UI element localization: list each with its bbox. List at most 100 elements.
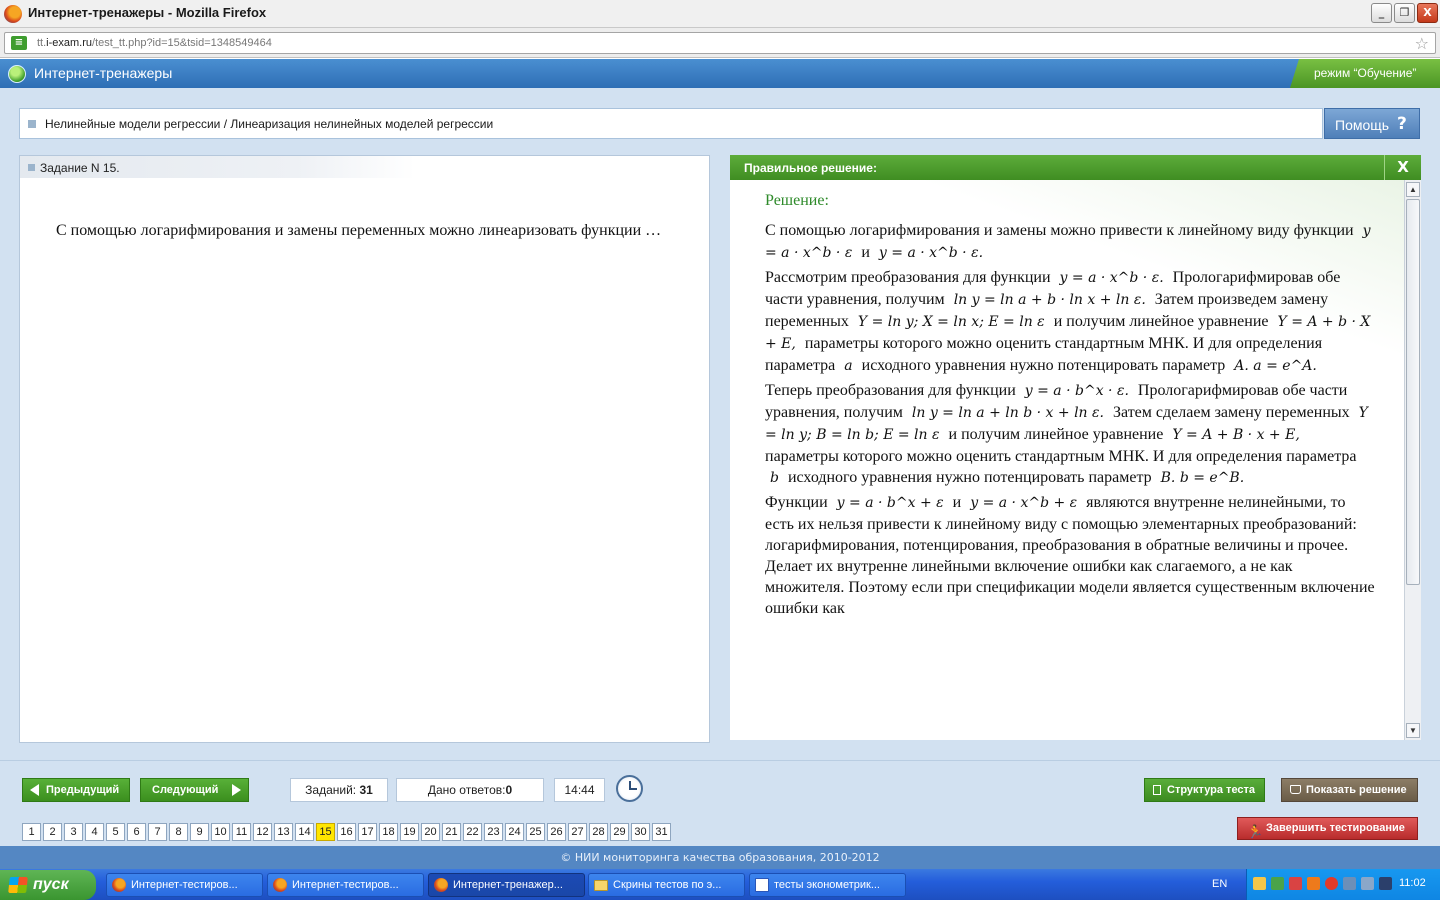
page-button[interactable]: 21 — [442, 823, 461, 841]
page-button[interactable]: 4 — [85, 823, 104, 841]
solution-body: Решение: С помощью логарифмирования и за… — [730, 180, 1404, 740]
page-button[interactable]: 9 — [190, 823, 209, 841]
solution-scrollbar[interactable]: ▲ ▼ — [1404, 180, 1421, 740]
next-label: Следующий — [152, 784, 219, 796]
tray-app-icon[interactable] — [1307, 877, 1320, 890]
page-button[interactable]: 2 — [43, 823, 62, 841]
answers-value: 0 — [505, 783, 513, 797]
page-button[interactable]: 1 — [22, 823, 41, 841]
page-button[interactable]: 22 — [463, 823, 482, 841]
page-button[interactable]: 13 — [274, 823, 293, 841]
answers-label: Дано ответов: — [427, 783, 506, 797]
page-button[interactable]: 20 — [421, 823, 440, 841]
tray-app-icon[interactable] — [1325, 877, 1338, 890]
solution-paragraph-2: Рассмотрим преобразования для функции y … — [765, 267, 1375, 377]
tasks-label: Заданий: — [305, 783, 357, 797]
page-button[interactable]: 5 — [106, 823, 125, 841]
page-button[interactable]: 16 — [337, 823, 356, 841]
page-button[interactable]: 23 — [484, 823, 503, 841]
timer: 14:44 — [554, 778, 605, 802]
tray-volume-icon[interactable] — [1361, 877, 1374, 890]
arrow-right-icon — [232, 784, 241, 796]
taskbar-item[interactable]: Интернет-тестиров... — [267, 873, 424, 897]
runner-icon: 🏃 — [1247, 824, 1264, 839]
scroll-down-icon[interactable]: ▼ — [1406, 723, 1420, 738]
language-indicator[interactable]: EN — [1212, 878, 1227, 890]
page-button[interactable]: 8 — [169, 823, 188, 841]
firefox-icon — [112, 878, 126, 892]
page-button[interactable]: 24 — [505, 823, 524, 841]
text-span: исходного уравнения нужно потенцировать … — [787, 469, 1152, 486]
bullet-square-icon — [28, 120, 36, 128]
scroll-up-icon[interactable]: ▲ — [1406, 182, 1420, 197]
page-button[interactable]: 18 — [379, 823, 398, 841]
help-button[interactable]: Помощь ? — [1324, 108, 1420, 139]
tray-network-icon[interactable] — [1343, 877, 1356, 890]
page-button[interactable]: 27 — [568, 823, 587, 841]
text-span: исходного уравнения нужно потенцировать … — [861, 357, 1226, 374]
address-bar[interactable]: ≡ tt.i-exam.ru/test_tt.php?id=15&tsid=13… — [4, 32, 1436, 54]
page-button[interactable]: 31 — [652, 823, 671, 841]
page-button[interactable]: 28 — [589, 823, 608, 841]
page-button[interactable]: 3 — [64, 823, 83, 841]
previous-button[interactable]: Предыдущий — [22, 778, 130, 802]
bookmark-star-icon[interactable]: ☆ — [1415, 34, 1429, 54]
page-button[interactable]: 11 — [232, 823, 251, 841]
page-button[interactable]: 29 — [610, 823, 629, 841]
formula: a — [844, 358, 853, 374]
show-solution-button[interactable]: Показать решение — [1281, 778, 1418, 802]
maximize-button[interactable]: ❐ — [1394, 3, 1415, 23]
structure-label: Структура теста — [1167, 784, 1256, 796]
task-question: С помощью логарифмирования и замены пере… — [56, 222, 662, 239]
page-button[interactable]: 7 — [148, 823, 167, 841]
page-button[interactable]: 17 — [358, 823, 377, 841]
minimize-button[interactable]: _ — [1371, 3, 1392, 23]
breadcrumb: Нелинейные модели регрессии / Линеаризац… — [19, 108, 1323, 139]
taskbar-item[interactable]: тесты эконометрик... — [749, 873, 906, 897]
page-button[interactable]: 15 — [316, 823, 335, 841]
footer-copyright: © НИИ мониторинга качества образования, … — [0, 846, 1440, 869]
start-button[interactable]: пуск — [0, 870, 96, 900]
taskbar-item[interactable]: Интернет-тестиров... — [106, 873, 263, 897]
clock-icon — [616, 775, 643, 802]
solution-paragraph-4: Функции y = a · b^x + ε и y = a · x^b + … — [765, 492, 1375, 619]
address-url[interactable]: tt.i-exam.ru/test_tt.php?id=15&tsid=1348… — [37, 37, 272, 49]
start-label: пуск — [33, 876, 69, 893]
formula: y = a · x^b · ε. — [1059, 270, 1164, 286]
task-panel: Задание N 15. С помощью логарифмирования… — [19, 155, 710, 743]
taskbar-item[interactable]: Скрины тестов по э... — [588, 873, 745, 897]
word-doc-icon — [755, 878, 769, 892]
page-button[interactable]: 10 — [211, 823, 230, 841]
close-window-button[interactable]: X — [1417, 3, 1438, 23]
taskbar-item-active[interactable]: Интернет-тренажер... — [428, 873, 585, 897]
solution-content: Решение: С помощью логарифмирования и за… — [765, 190, 1375, 622]
window-title: Интернет-тренажеры - Mozilla Firefox — [28, 5, 267, 20]
page-button[interactable]: 12 — [253, 823, 272, 841]
tray-monitor-icon[interactable] — [1379, 877, 1392, 890]
test-structure-button[interactable]: Структура теста — [1144, 778, 1265, 802]
page-button[interactable]: 30 — [631, 823, 650, 841]
text-span: Затем сделаем замену переменных — [1112, 404, 1350, 421]
text-span: и — [952, 494, 962, 511]
os-taskbar: пуск Интернет-тестиров... Интернет-тести… — [0, 869, 1440, 900]
tasks-count: Заданий: 31 — [290, 778, 388, 802]
page-button[interactable]: 25 — [526, 823, 545, 841]
app-header: Интернет-тренажеры режим “Обучение” — [0, 59, 1440, 88]
scroll-thumb[interactable] — [1406, 199, 1420, 585]
next-button[interactable]: Следующий — [140, 778, 249, 802]
text-span: и — [861, 244, 870, 261]
finish-test-button[interactable]: 🏃 Завершить тестирование — [1237, 817, 1418, 840]
formula: ln y = ln a + b · ln x + ln ε. — [953, 292, 1146, 308]
tray-app-icon[interactable] — [1289, 877, 1302, 890]
site-favicon-icon: ≡ — [11, 36, 27, 50]
formula: B. b = e^B. — [1160, 470, 1245, 486]
tray-app-icon[interactable] — [1253, 877, 1266, 890]
text-span: являются внутренне нелинейными, то есть … — [765, 494, 1375, 617]
page-button[interactable]: 6 — [127, 823, 146, 841]
tray-app-icon[interactable] — [1271, 877, 1284, 890]
page-button[interactable]: 19 — [400, 823, 419, 841]
page-button[interactable]: 14 — [295, 823, 314, 841]
close-solution-button[interactable]: X — [1384, 155, 1421, 180]
task-header: Задание N 15. — [20, 156, 415, 178]
page-button[interactable]: 26 — [547, 823, 566, 841]
